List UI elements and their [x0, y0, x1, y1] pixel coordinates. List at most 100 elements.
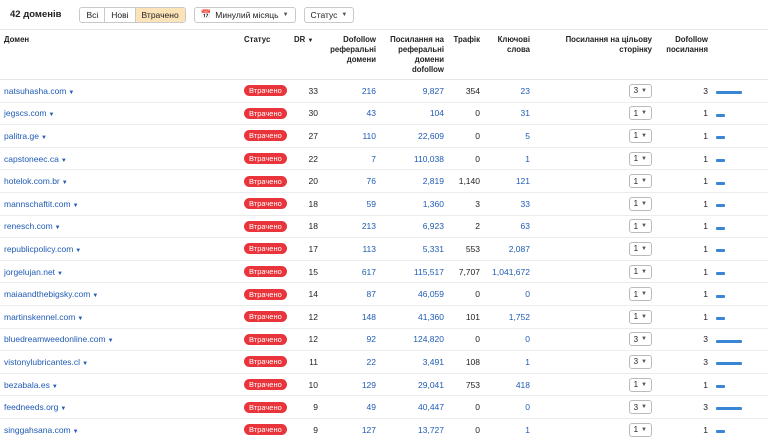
domain-link[interactable]: palitra.ge: [4, 131, 39, 141]
keywords-value[interactable]: 5: [484, 124, 534, 148]
dofollow-ref-value[interactable]: 87: [322, 282, 380, 306]
dofollow-ref-value[interactable]: 129: [322, 373, 380, 397]
domain-link[interactable]: vistonylubricantes.cl: [4, 357, 80, 367]
col-dofollow-ref[interactable]: Dofollow реферальні домени: [322, 30, 380, 80]
links-ref-value[interactable]: 9,827: [380, 79, 448, 103]
caret-down-icon[interactable]: ▼: [60, 406, 66, 412]
keywords-value[interactable]: 23: [484, 79, 534, 103]
domain-cell[interactable]: feedneeds.org ▼: [0, 395, 240, 419]
links-ref-value[interactable]: 6,923: [380, 215, 448, 239]
col-traffic[interactable]: Трафік: [448, 30, 484, 80]
dofollow-ref-value[interactable]: 76: [322, 169, 380, 193]
links-ref-value[interactable]: 5,331: [380, 237, 448, 261]
caret-down-icon[interactable]: ▼: [57, 271, 63, 277]
caret-down-icon[interactable]: ▼: [92, 293, 98, 299]
domain-link[interactable]: jegscs.com: [4, 108, 47, 118]
keywords-value[interactable]: 63: [484, 215, 534, 239]
links-ref-value[interactable]: 110,038: [380, 147, 448, 171]
links-ref-value[interactable]: 2,819: [380, 169, 448, 193]
dofollow-ref-value[interactable]: 127: [322, 418, 380, 438]
domain-cell[interactable]: jegscs.com ▼: [0, 102, 240, 126]
period-dropdown[interactable]: 📅 Минулий місяць ▼: [193, 6, 296, 23]
status-dropdown[interactable]: Статус ▼: [303, 6, 355, 23]
target-links-select[interactable]: 1 ▼: [628, 241, 652, 256]
target-links-select[interactable]: 1 ▼: [628, 174, 652, 189]
caret-down-icon[interactable]: ▼: [41, 135, 47, 141]
domain-cell[interactable]: martinskennel.com ▼: [0, 305, 240, 329]
links-ref-value[interactable]: 22,609: [380, 124, 448, 148]
dofollow-ref-value[interactable]: 59: [322, 192, 380, 216]
caret-down-icon[interactable]: ▼: [73, 429, 79, 435]
caret-down-icon[interactable]: ▼: [108, 338, 114, 344]
target-links-select[interactable]: 1 ▼: [628, 219, 652, 234]
caret-down-icon[interactable]: ▼: [68, 90, 74, 96]
links-ref-value[interactable]: 3,491: [380, 350, 448, 374]
domain-cell[interactable]: vistonylubricantes.cl ▼: [0, 350, 240, 374]
caret-down-icon[interactable]: ▼: [49, 112, 55, 118]
dofollow-ref-value[interactable]: 617: [322, 260, 380, 284]
keywords-value[interactable]: 1,752: [484, 305, 534, 329]
dofollow-ref-value[interactable]: 216: [322, 79, 380, 103]
target-links-select[interactable]: 1 ▼: [628, 422, 652, 437]
links-ref-value[interactable]: 1,360: [380, 192, 448, 216]
target-links-select[interactable]: 3 ▼: [628, 332, 652, 347]
domain-cell[interactable]: jorgelujan.net ▼: [0, 260, 240, 284]
col-dr[interactable]: DR ▼: [290, 30, 322, 80]
keywords-value[interactable]: 418: [484, 373, 534, 397]
target-links-select[interactable]: 1 ▼: [628, 309, 652, 324]
keywords-value[interactable]: 1: [484, 147, 534, 171]
col-links-target[interactable]: Посилання на цільову сторінку: [534, 30, 656, 80]
domain-cell[interactable]: republicpolicy.com ▼: [0, 237, 240, 261]
keywords-value[interactable]: 1,041,672: [484, 260, 534, 284]
links-ref-value[interactable]: 46,059: [380, 282, 448, 306]
domain-link[interactable]: capstoneec.ca: [4, 154, 59, 164]
col-dofollow-links[interactable]: Dofollow посилання: [656, 30, 712, 80]
domain-link[interactable]: bezabala.es: [4, 380, 50, 390]
dofollow-ref-value[interactable]: 22: [322, 350, 380, 374]
keywords-value[interactable]: 31: [484, 102, 534, 126]
caret-down-icon[interactable]: ▼: [52, 384, 58, 390]
caret-down-icon[interactable]: ▼: [77, 316, 83, 322]
domain-link[interactable]: jorgelujan.net: [4, 267, 55, 277]
domain-link[interactable]: martinskennel.com: [4, 312, 75, 322]
domain-cell[interactable]: palitra.ge ▼: [0, 124, 240, 148]
target-links-select[interactable]: 1 ▼: [628, 128, 652, 143]
target-links-select[interactable]: 3 ▼: [628, 400, 652, 415]
domain-link[interactable]: republicpolicy.com: [4, 244, 73, 254]
domain-link[interactable]: singgahsana.com: [4, 425, 71, 435]
domain-link[interactable]: mannschaftit.com: [4, 199, 71, 209]
keywords-value[interactable]: 1: [484, 418, 534, 438]
filter-all-button[interactable]: Всі: [80, 7, 106, 22]
keywords-value[interactable]: 33: [484, 192, 534, 216]
caret-down-icon[interactable]: ▼: [75, 248, 81, 254]
target-links-select[interactable]: 1 ▼: [628, 287, 652, 302]
caret-down-icon[interactable]: ▼: [82, 361, 88, 367]
domain-cell[interactable]: renesch.com ▼: [0, 215, 240, 239]
domain-link[interactable]: hotelok.com.br: [4, 176, 60, 186]
domain-cell[interactable]: bluedreamweedonline.com ▼: [0, 328, 240, 352]
domain-cell[interactable]: natsuhasha.com ▼: [0, 79, 240, 103]
links-ref-value[interactable]: 115,517: [380, 260, 448, 284]
domain-cell[interactable]: mannschaftit.com ▼: [0, 192, 240, 216]
keywords-value[interactable]: 0: [484, 328, 534, 352]
links-ref-value[interactable]: 124,820: [380, 328, 448, 352]
links-ref-value[interactable]: 41,360: [380, 305, 448, 329]
domain-link[interactable]: renesch.com: [4, 221, 53, 231]
domain-cell[interactable]: singgahsana.com ▼: [0, 418, 240, 438]
links-ref-value[interactable]: 104: [380, 102, 448, 126]
keywords-value[interactable]: 1: [484, 350, 534, 374]
col-links-ref[interactable]: Посилання на реферальні домени dofollow: [380, 30, 448, 80]
dofollow-ref-value[interactable]: 7: [322, 147, 380, 171]
caret-down-icon[interactable]: ▼: [62, 180, 68, 186]
domain-link[interactable]: natsuhasha.com: [4, 86, 66, 96]
domain-link[interactable]: maiaandthebigsky.com: [4, 289, 90, 299]
dofollow-ref-value[interactable]: 49: [322, 395, 380, 419]
keywords-value[interactable]: 0: [484, 395, 534, 419]
filter-lost-button[interactable]: Втрачено: [135, 7, 185, 22]
links-ref-value[interactable]: 13,727: [380, 418, 448, 438]
filter-new-button[interactable]: Нові: [105, 7, 136, 22]
dofollow-ref-value[interactable]: 92: [322, 328, 380, 352]
target-links-select[interactable]: 1 ▼: [628, 106, 652, 121]
col-status[interactable]: Статус: [240, 30, 290, 80]
links-ref-value[interactable]: 40,447: [380, 395, 448, 419]
